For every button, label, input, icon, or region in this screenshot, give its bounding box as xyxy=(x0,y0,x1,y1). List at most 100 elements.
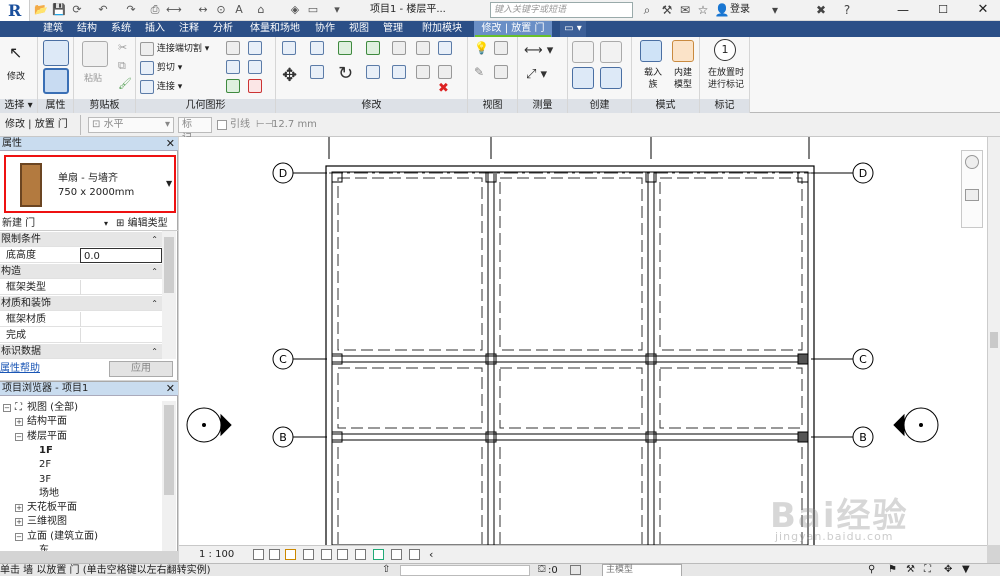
apply-button[interactable]: 应用 xyxy=(109,361,173,377)
subscription-icon[interactable]: ⚒ xyxy=(658,2,676,18)
delete-icon[interactable]: ✖ xyxy=(438,81,449,96)
collapse-icon[interactable]: − xyxy=(15,432,23,441)
thin-lines-icon[interactable]: ◈ xyxy=(288,3,302,17)
property-group[interactable]: 构造 ⌃ xyxy=(0,264,162,279)
demolish-icon[interactable] xyxy=(248,60,262,74)
filter-icon[interactable]: ⛋ xyxy=(538,564,546,575)
scrollbar-thumb[interactable] xyxy=(164,405,174,495)
pin-icon[interactable] xyxy=(438,41,452,55)
minimize-button[interactable]: — xyxy=(888,0,918,20)
drag-elements-icon[interactable]: ✥ xyxy=(944,564,952,575)
array-icon[interactable] xyxy=(392,65,406,79)
select-pinned-icon[interactable]: ⚒ xyxy=(906,564,915,575)
exchange-icon[interactable]: ✖ xyxy=(812,2,830,18)
binoculars-icon[interactable]: ⌕ xyxy=(638,2,656,18)
property-group[interactable]: 限制条件 ⌃ xyxy=(0,232,162,247)
close-icon[interactable]: ✕ xyxy=(166,137,175,151)
model-in-place-button[interactable]: 内建模型 xyxy=(670,67,696,91)
property-row[interactable]: 完成 xyxy=(0,328,162,343)
leader-length-value[interactable]: 12.7 mm xyxy=(272,113,317,137)
chevron-down-icon[interactable]: ▼ xyxy=(166,179,172,188)
login-button[interactable]: 登录 xyxy=(730,3,765,17)
split-gap-icon[interactable] xyxy=(416,41,430,55)
editable-only-icon[interactable] xyxy=(570,565,581,575)
edit-type-button[interactable]: ⊞ 编辑类型 xyxy=(116,216,168,231)
split-icon[interactable] xyxy=(392,41,406,55)
align-icon[interactable] xyxy=(282,41,296,55)
create-assembly-icon[interactable] xyxy=(572,41,594,63)
tab-insert[interactable]: 插入 xyxy=(140,21,170,37)
property-value[interactable] xyxy=(80,280,162,295)
paste-icon[interactable] xyxy=(82,41,108,67)
create-group-icon[interactable] xyxy=(572,67,594,89)
copy-element-icon[interactable] xyxy=(310,65,324,79)
filter-selection-icon[interactable]: ▼ xyxy=(962,564,970,575)
move-icon[interactable]: ✥ xyxy=(282,65,297,86)
detail-level-icon[interactable] xyxy=(253,549,264,560)
override-icon[interactable] xyxy=(494,41,508,55)
join-geometry-button[interactable]: 连接 ▾ xyxy=(140,79,182,94)
cut-geometry-button[interactable]: 剪切 ▾ xyxy=(140,60,182,75)
collapse-icon[interactable]: ⌃ xyxy=(151,296,158,311)
save-icon[interactable]: 💾 xyxy=(52,3,66,17)
unpin-icon[interactable] xyxy=(438,65,452,79)
collapse-icon[interactable]: − xyxy=(15,532,23,541)
copy-icon[interactable]: ⧉ xyxy=(118,59,126,73)
collapse-icon[interactable]: ⌃ xyxy=(151,232,158,247)
expand-icon[interactable]: + xyxy=(15,518,23,527)
tag-icon[interactable]: ⊙ xyxy=(214,3,228,17)
tab-annotate[interactable]: 注释 xyxy=(174,21,204,37)
expand-icon[interactable]: + xyxy=(15,504,23,513)
select-underlay-icon[interactable]: ⚑ xyxy=(888,564,897,575)
scale-icon[interactable] xyxy=(416,65,430,79)
measure-icon[interactable]: ⟷ xyxy=(166,3,182,17)
analytical-model-icon[interactable] xyxy=(409,549,420,560)
temporary-hide-icon[interactable] xyxy=(373,549,384,560)
tab-view[interactable]: 视图 xyxy=(344,21,374,37)
expand-icon[interactable]: + xyxy=(15,418,23,427)
canvas-scrollbar[interactable] xyxy=(987,137,1000,545)
reveal-hidden-icon[interactable] xyxy=(391,549,402,560)
print-icon[interactable]: ⎙ xyxy=(148,3,162,17)
show-crop-icon[interactable] xyxy=(337,549,348,560)
tab-architecture[interactable]: 建筑 xyxy=(38,21,68,37)
instance-selector[interactable]: 新建 门 xyxy=(2,216,35,231)
redo-icon[interactable]: ↷ xyxy=(124,3,138,17)
paste-button[interactable]: 粘贴 xyxy=(84,71,102,84)
mirror-draw-icon[interactable] xyxy=(366,41,380,55)
communication-icon[interactable]: ✉ xyxy=(676,2,694,18)
dropdown-icon[interactable]: ▾ xyxy=(766,2,784,18)
visual-style-icon[interactable] xyxy=(269,549,280,560)
unlock-3d-icon[interactable] xyxy=(355,549,366,560)
revit-logo-icon[interactable]: R xyxy=(0,0,30,21)
load-family-icon[interactable] xyxy=(640,40,662,62)
collapse-icon[interactable]: ⌃ xyxy=(151,264,158,279)
tab-massing-site[interactable]: 体量和场地 xyxy=(244,21,306,37)
steering-wheel-icon[interactable] xyxy=(965,155,979,169)
maximize-button[interactable]: ☐ xyxy=(928,0,958,20)
lightbulb-icon[interactable]: 💡 xyxy=(474,41,489,55)
join-cut-button[interactable]: 连接端切割 ▾ xyxy=(140,41,209,56)
linework-icon[interactable]: ✎ xyxy=(474,65,484,79)
tag-type-button[interactable]: 标记... xyxy=(178,117,212,144)
navigation-bar[interactable] xyxy=(961,150,983,228)
close-button[interactable]: ✕ xyxy=(966,0,1000,20)
tab-analyze[interactable]: 分析 xyxy=(208,21,238,37)
favorites-icon[interactable]: ☆ xyxy=(694,2,712,18)
match-type-icon[interactable]: 🖌 xyxy=(118,77,132,90)
create-similar-icon[interactable] xyxy=(600,67,622,89)
paint-icon[interactable] xyxy=(248,41,262,55)
drawing-canvas[interactable]: D D C C B B xyxy=(179,137,987,545)
mirror-axis-icon[interactable] xyxy=(338,41,352,55)
collapse-icon[interactable]: ⌃ xyxy=(151,344,158,359)
type-selector[interactable]: 单扇 - 与墙齐 750 x 2000mm ▼ xyxy=(4,155,176,213)
measure-distance-icon[interactable]: ⟷ ▾ xyxy=(524,43,553,58)
switch-windows-icon[interactable]: ▾ xyxy=(330,3,344,17)
tag-on-placement-button[interactable]: 在放置时进行标记 xyxy=(704,67,748,91)
property-row[interactable]: 底高度 0.0 xyxy=(0,248,162,263)
offset-icon[interactable] xyxy=(310,41,324,55)
workset-select[interactable] xyxy=(400,565,530,576)
scrollbar-thumb[interactable] xyxy=(164,237,174,293)
cut-icon[interactable]: ✂ xyxy=(118,41,127,54)
type-properties-icon[interactable] xyxy=(43,40,69,66)
